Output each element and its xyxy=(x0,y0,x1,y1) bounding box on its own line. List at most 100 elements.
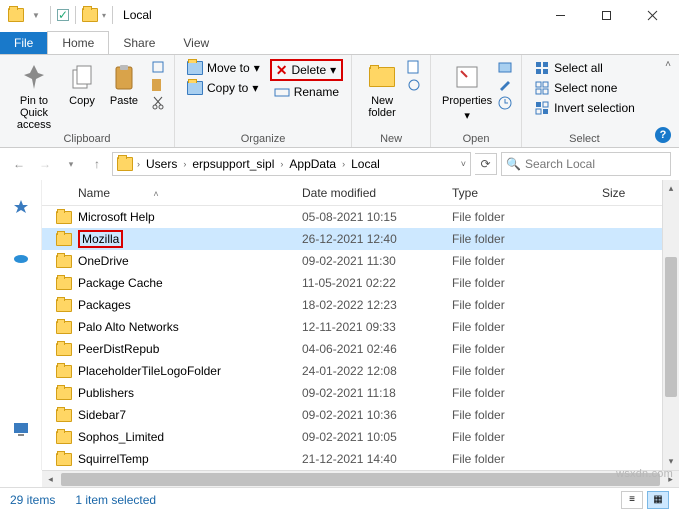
invert-selection-button[interactable]: Invert selection xyxy=(530,99,639,117)
file-name: Packages xyxy=(78,298,131,312)
copy-button[interactable]: Copy xyxy=(62,59,102,109)
table-row[interactable]: Sophos_Limited09-02-2021 10:05File folde… xyxy=(42,426,679,448)
new-folder-icon xyxy=(366,61,398,93)
breadcrumb[interactable]: › Users› erpsupport_sipl› AppData› Local… xyxy=(112,152,471,176)
this-pc-icon[interactable] xyxy=(12,420,30,438)
refresh-button[interactable]: ⟳ xyxy=(475,153,497,175)
up-button[interactable]: ↑ xyxy=(86,153,108,175)
folder-icon[interactable] xyxy=(82,8,98,22)
folder-icon xyxy=(56,255,72,268)
new-folder-button[interactable]: New folder xyxy=(360,59,404,121)
easy-access-icon[interactable] xyxy=(406,77,422,93)
checkbox-icon[interactable]: ✓ xyxy=(57,9,69,21)
table-row[interactable]: Palo Alto Networks12-11-2021 09:33File f… xyxy=(42,316,679,338)
folder-icon xyxy=(56,409,72,422)
help-icon[interactable]: ? xyxy=(655,127,671,143)
table-row[interactable]: PlaceholderTileLogoFolder24-01-2022 12:0… xyxy=(42,360,679,382)
crumb-user[interactable]: erpsupport_sipl xyxy=(190,157,276,171)
tab-view[interactable]: View xyxy=(169,32,223,54)
scroll-thumb[interactable] xyxy=(665,257,677,397)
file-type: File folder xyxy=(452,408,602,422)
scroll-up-icon[interactable]: ▴ xyxy=(663,180,679,197)
delete-button[interactable]: ✕Delete ▾ xyxy=(270,59,343,81)
col-type[interactable]: Type xyxy=(452,186,602,200)
chevron-right-icon[interactable]: › xyxy=(135,159,142,169)
details-view-button[interactable]: ≡ xyxy=(621,491,643,509)
table-row[interactable]: PeerDistRepub04-06-2021 02:46File folder xyxy=(42,338,679,360)
rename-icon xyxy=(274,84,290,100)
forward-button[interactable]: → xyxy=(34,153,56,175)
pin-button[interactable]: Pin to Quick access xyxy=(8,59,60,133)
move-to-button[interactable]: Move to ▾ xyxy=(183,59,264,77)
group-organize: Move to ▾ Copy to ▾ ✕Delete ▾ Rename Org… xyxy=(175,55,352,147)
cut-icon[interactable] xyxy=(150,95,166,111)
file-type: File folder xyxy=(452,430,602,444)
scroll-left-icon[interactable]: ◂ xyxy=(42,471,59,488)
onedrive-icon[interactable] xyxy=(12,248,30,266)
table-row[interactable]: Microsoft Help05-08-2021 10:15File folde… xyxy=(42,206,679,228)
col-date[interactable]: Date modified xyxy=(302,186,452,200)
table-row[interactable]: SquirrelTemp21-12-2021 14:40File folder xyxy=(42,448,679,470)
file-name: Palo Alto Networks xyxy=(78,320,179,334)
tab-file[interactable]: File xyxy=(0,32,47,54)
copy-icon xyxy=(66,61,98,93)
table-row[interactable]: Packages18-02-2022 12:23File folder xyxy=(42,294,679,316)
search-input[interactable]: 🔍 Search Local xyxy=(501,152,671,176)
quick-access-icon[interactable] xyxy=(12,198,30,216)
paste-button[interactable]: Paste xyxy=(104,59,144,109)
table-row[interactable]: OneDrive09-02-2021 11:30File folder xyxy=(42,250,679,272)
back-button[interactable]: ← xyxy=(8,153,30,175)
recent-locations-button[interactable]: ▾ xyxy=(60,153,82,175)
history-icon[interactable] xyxy=(497,95,513,111)
open-icon[interactable] xyxy=(497,59,513,75)
crumb-local[interactable]: Local xyxy=(349,157,382,171)
copy-to-button[interactable]: Copy to ▾ xyxy=(183,79,264,97)
folder-icon xyxy=(56,453,72,466)
file-type: File folder xyxy=(452,320,602,334)
content-area: Name ˄ Date modified Type Size Microsoft… xyxy=(0,180,679,470)
file-name: Microsoft Help xyxy=(78,210,155,224)
minimize-button[interactable] xyxy=(537,0,583,30)
select-none-button[interactable]: Select none xyxy=(530,79,639,97)
tab-share[interactable]: Share xyxy=(109,32,169,54)
paste-icon xyxy=(108,61,140,93)
table-row[interactable]: Publishers09-02-2021 11:18File folder xyxy=(42,382,679,404)
crumb-appdata[interactable]: AppData xyxy=(287,157,338,171)
column-headers[interactable]: Name ˄ Date modified Type Size xyxy=(42,180,679,206)
table-row[interactable]: Package Cache11-05-2021 02:22File folder xyxy=(42,272,679,294)
edit-icon[interactable] xyxy=(497,77,513,93)
select-all-button[interactable]: Select all xyxy=(530,59,639,77)
copy-path-icon[interactable] xyxy=(150,59,166,75)
folder-icon xyxy=(56,387,72,400)
ribbon-tabs: File Home Share View xyxy=(0,30,679,54)
nav-pane[interactable] xyxy=(0,180,42,470)
folder-icon xyxy=(56,431,72,444)
chevron-down-icon[interactable]: ˅ xyxy=(461,159,466,169)
file-date: 11-05-2021 02:22 xyxy=(302,276,452,290)
tab-home[interactable]: Home xyxy=(47,31,109,54)
horizontal-scrollbar[interactable]: ◂ ▸ xyxy=(42,470,679,487)
maximize-button[interactable] xyxy=(583,0,629,30)
delete-x-icon: ✕ xyxy=(276,62,288,79)
hscroll-thumb[interactable] xyxy=(61,473,660,486)
file-type: File folder xyxy=(452,342,602,356)
address-bar: ← → ▾ ↑ › Users› erpsupport_sipl› AppDat… xyxy=(0,148,679,180)
file-name: OneDrive xyxy=(78,254,129,268)
table-row[interactable]: Sidebar709-02-2021 10:36File folder xyxy=(42,404,679,426)
large-icons-view-button[interactable]: ▦ xyxy=(647,491,669,509)
close-button[interactable] xyxy=(629,0,675,30)
table-row[interactable]: Mozilla26-12-2021 12:40File folder xyxy=(42,228,679,250)
properties-button[interactable]: Properties ▾ xyxy=(439,59,495,124)
rename-button[interactable]: Rename xyxy=(270,83,343,101)
properties-icon xyxy=(451,61,483,93)
new-item-icon[interactable] xyxy=(406,59,422,75)
file-type: File folder xyxy=(452,254,602,268)
paste-shortcut-icon[interactable] xyxy=(150,77,166,93)
crumb-users[interactable]: Users xyxy=(144,157,179,171)
window-title: Local xyxy=(123,8,152,22)
qat-dropdown-icon[interactable]: ▼ xyxy=(28,7,44,23)
vertical-scrollbar[interactable]: ▴ ▾ xyxy=(662,180,679,470)
col-name[interactable]: Name ˄ xyxy=(42,186,302,200)
folder-icon xyxy=(56,343,72,356)
collapse-ribbon-icon[interactable]: ˄ xyxy=(665,59,671,70)
